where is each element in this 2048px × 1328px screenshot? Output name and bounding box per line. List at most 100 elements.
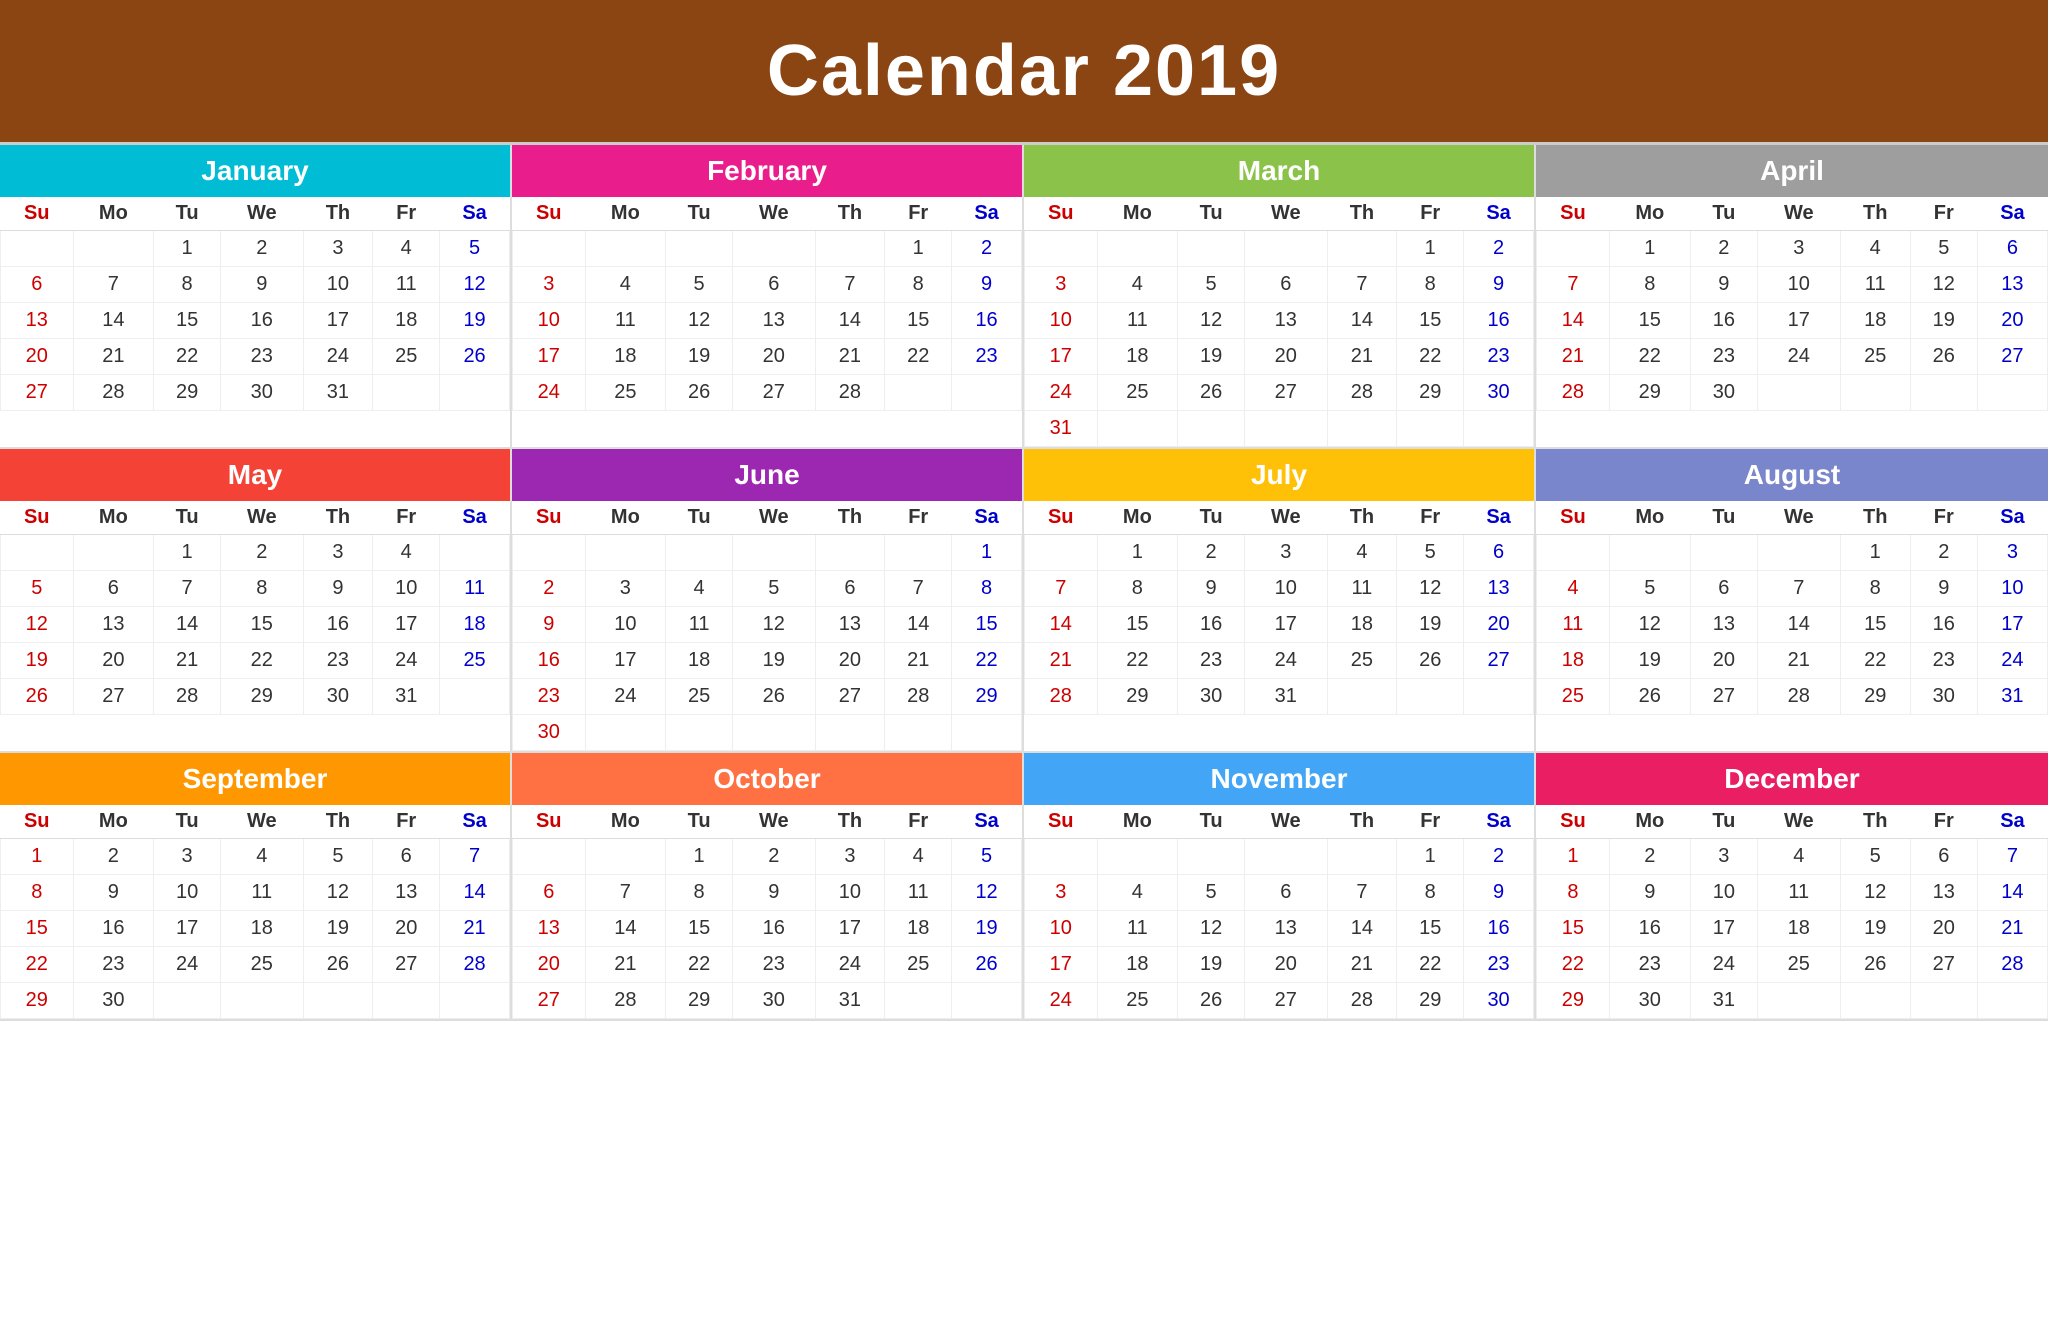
day-cell — [1097, 839, 1178, 875]
day-cell: 7 — [815, 267, 885, 303]
day-cell: 5 — [440, 231, 510, 267]
day-cell: 23 — [513, 679, 586, 715]
day-cell: 29 — [154, 375, 221, 411]
day-cell: 29 — [952, 679, 1022, 715]
table-row: 1 — [513, 535, 1022, 571]
month-block-october: OctoberSuMoTuWeThFrSa1234567891011121314… — [512, 753, 1024, 1021]
day-cell: 11 — [373, 267, 440, 303]
day-cell: 9 — [221, 267, 304, 303]
day-cell: 24 — [303, 339, 373, 375]
day-cell: 14 — [1537, 303, 1610, 339]
day-header: Su — [1537, 197, 1610, 231]
day-cell: 29 — [1397, 983, 1464, 1019]
day-header: We — [1245, 501, 1328, 535]
day-cell: 15 — [1397, 303, 1464, 339]
day-cell: 29 — [1397, 375, 1464, 411]
day-cell — [303, 983, 373, 1019]
day-cell: 18 — [1327, 607, 1397, 643]
day-cell: 28 — [154, 679, 221, 715]
day-cell — [1757, 983, 1840, 1019]
day-cell — [1397, 411, 1464, 447]
day-cell: 28 — [1977, 947, 2047, 983]
day-cell: 26 — [1840, 947, 1910, 983]
day-cell: 22 — [1537, 947, 1610, 983]
day-cell: 31 — [1690, 983, 1757, 1019]
table-row: 262728293031 — [1, 679, 510, 715]
day-cell: 12 — [1910, 267, 1977, 303]
day-cell: 22 — [666, 947, 733, 983]
day-cell: 3 — [1690, 839, 1757, 875]
day-cell: 3 — [1245, 535, 1328, 571]
month-block-december: DecemberSuMoTuWeThFrSa123456789101112131… — [1536, 753, 2048, 1021]
day-cell — [952, 983, 1022, 1019]
day-cell: 23 — [1464, 947, 1534, 983]
day-cell: 31 — [1977, 679, 2047, 715]
month-header: April — [1536, 145, 2048, 197]
day-cell: 16 — [1910, 607, 1977, 643]
day-header: Sa — [952, 501, 1022, 535]
day-cell — [815, 231, 885, 267]
day-cell: 7 — [73, 267, 154, 303]
day-cell: 5 — [733, 571, 816, 607]
day-cell — [1178, 231, 1245, 267]
month-table: SuMoTuWeThFrSa12345678910111213141516171… — [512, 501, 1022, 751]
day-cell: 26 — [952, 947, 1022, 983]
month-table: SuMoTuWeThFrSa12345678910111213141516171… — [1024, 805, 1534, 1019]
day-cell — [1097, 231, 1178, 267]
day-cell: 8 — [154, 267, 221, 303]
day-cell: 28 — [440, 947, 510, 983]
day-cell: 18 — [1097, 339, 1178, 375]
day-header: Mo — [1609, 805, 1690, 839]
day-cell: 27 — [73, 679, 154, 715]
day-cell: 13 — [1464, 571, 1534, 607]
day-cell: 2 — [1464, 231, 1534, 267]
day-cell: 30 — [1910, 679, 1977, 715]
month-table: SuMoTuWeThFrSa12345678910111213141516171… — [0, 805, 510, 1019]
day-header: Sa — [1464, 805, 1534, 839]
day-cell: 25 — [1757, 947, 1840, 983]
month-block-july: JulySuMoTuWeThFrSa1234567891011121314151… — [1024, 449, 1536, 753]
day-cell: 19 — [733, 643, 816, 679]
day-cell: 19 — [666, 339, 733, 375]
day-header: Tu — [1690, 805, 1757, 839]
day-cell: 30 — [1609, 983, 1690, 1019]
day-cell — [885, 535, 952, 571]
day-cell: 29 — [666, 983, 733, 1019]
day-header: We — [733, 197, 816, 231]
month-table: SuMoTuWeThFrSa12345678910111213141516171… — [512, 197, 1022, 411]
day-header: Th — [1840, 805, 1910, 839]
day-cell — [952, 375, 1022, 411]
day-cell: 17 — [1025, 947, 1098, 983]
day-cell: 1 — [952, 535, 1022, 571]
day-header: Mo — [73, 501, 154, 535]
day-cell: 9 — [1910, 571, 1977, 607]
day-cell: 23 — [1178, 643, 1245, 679]
day-header: Th — [1327, 805, 1397, 839]
day-cell: 12 — [1397, 571, 1464, 607]
day-cell: 27 — [815, 679, 885, 715]
day-cell: 22 — [1, 947, 74, 983]
day-cell: 6 — [815, 571, 885, 607]
day-cell — [440, 535, 510, 571]
month-block-september: SeptemberSuMoTuWeThFrSa12345678910111213… — [0, 753, 512, 1021]
day-cell: 8 — [885, 267, 952, 303]
day-header: Tu — [1178, 501, 1245, 535]
day-cell — [1690, 535, 1757, 571]
day-cell: 4 — [221, 839, 304, 875]
day-cell: 24 — [1690, 947, 1757, 983]
day-cell — [1464, 411, 1534, 447]
day-cell — [73, 231, 154, 267]
table-row: 11121314151617 — [1537, 607, 2048, 643]
day-cell: 30 — [1178, 679, 1245, 715]
month-table: SuMoTuWeThFrSa12345678910111213141516171… — [1536, 805, 2048, 1019]
day-header: Fr — [1397, 805, 1464, 839]
day-cell — [666, 715, 733, 751]
day-cell: 28 — [1537, 375, 1610, 411]
day-cell: 19 — [440, 303, 510, 339]
day-cell: 16 — [952, 303, 1022, 339]
day-header: Fr — [1910, 197, 1977, 231]
day-cell: 4 — [1537, 571, 1610, 607]
day-cell — [1537, 231, 1610, 267]
day-header: Sa — [952, 197, 1022, 231]
day-cell: 22 — [1397, 339, 1464, 375]
